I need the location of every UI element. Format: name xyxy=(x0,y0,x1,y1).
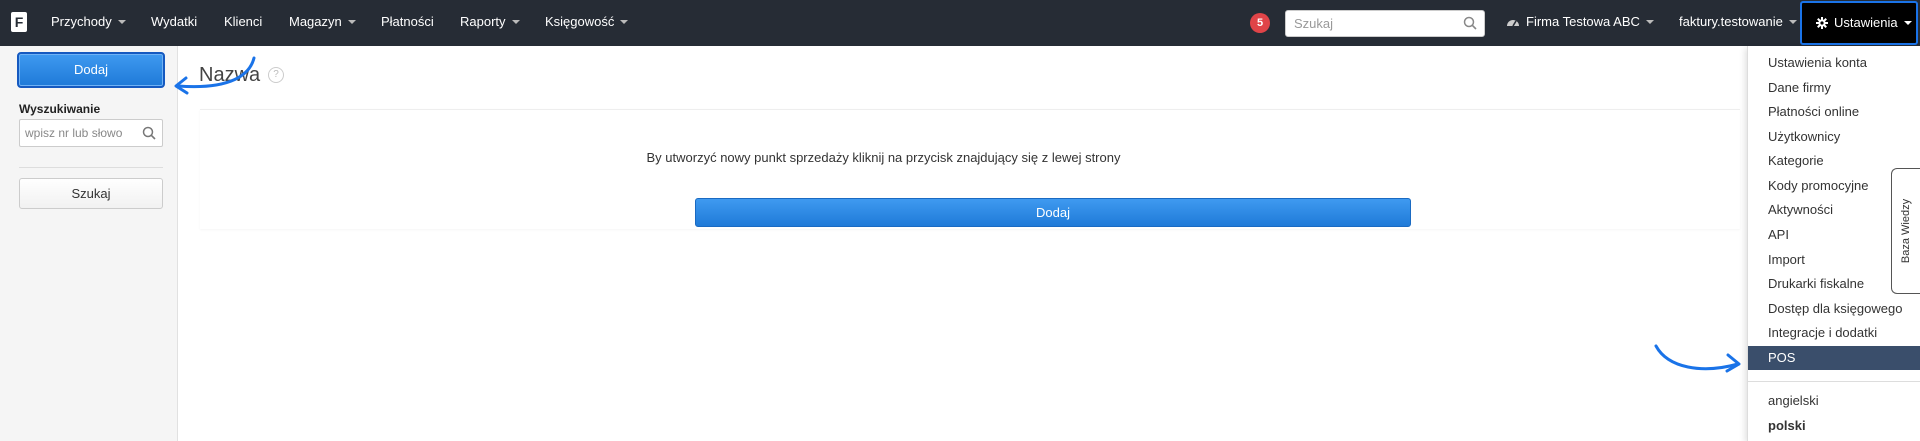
nav-wydatki[interactable]: Wydatki xyxy=(151,0,197,46)
sidebar-search-input[interactable] xyxy=(25,120,135,146)
annotation-arrow-icon xyxy=(1654,344,1741,373)
menu-item-platnosci-online[interactable]: Płatności online xyxy=(1748,100,1920,124)
language-english[interactable]: angielski xyxy=(1748,389,1920,413)
menu-item-integracje-i-dodatki[interactable]: Integracje i dodatki xyxy=(1748,321,1920,345)
top-navbar: F Przychody Wydatki Klienci Magazyn Płat… xyxy=(0,0,1920,46)
menu-item-ustawienia-konta[interactable]: Ustawienia konta xyxy=(1748,51,1920,75)
nav-label: Płatności xyxy=(381,14,434,29)
sidebar-search xyxy=(19,119,163,147)
gear-icon xyxy=(1816,16,1828,29)
chevron-down-icon xyxy=(117,19,126,24)
company-switcher[interactable]: Firma Testowa ABC xyxy=(1506,0,1654,46)
settings-label: Ustawienia xyxy=(1834,15,1898,30)
nav-label: Przychody xyxy=(51,14,112,29)
knowledge-base-tab[interactable]: Baza Wiedzy xyxy=(1891,168,1920,294)
nav-ksiegowosc[interactable]: Księgowość xyxy=(545,0,629,46)
nav-label: Wydatki xyxy=(151,14,198,29)
main-content: Nazwa ? By utworzyć nowy punkt sprzedaży… xyxy=(178,46,1748,441)
nav-klienci[interactable]: Klienci xyxy=(224,0,262,46)
sidebar-divider xyxy=(19,167,163,168)
language-polish[interactable]: polski xyxy=(1748,414,1920,438)
nav-label: Klienci xyxy=(224,14,263,29)
annotation-arrow-icon xyxy=(174,56,256,95)
add-button[interactable]: Dodaj xyxy=(17,52,165,88)
search-button[interactable]: Szukaj xyxy=(19,178,163,209)
company-name: Firma Testowa ABC xyxy=(1526,14,1640,29)
empty-state-message: By utworzyć nowy punkt sprzedaży kliknij… xyxy=(646,150,1121,165)
nav-platnosci[interactable]: Płatności xyxy=(381,0,434,46)
chevron-down-icon xyxy=(1903,20,1912,25)
chevron-down-icon xyxy=(1788,19,1797,24)
settings-button[interactable]: Ustawienia xyxy=(1800,1,1918,45)
account-name: faktury.testowanie xyxy=(1679,14,1783,29)
nav-przychody[interactable]: Przychody xyxy=(51,0,126,46)
chevron-down-icon xyxy=(620,19,629,24)
account-menu[interactable]: faktury.testowanie xyxy=(1679,0,1797,46)
global-search xyxy=(1285,10,1485,37)
global-search-input[interactable] xyxy=(1294,11,1454,36)
nav-magazyn[interactable]: Magazyn xyxy=(289,0,356,46)
search-label: Wyszukiwanie xyxy=(19,102,101,116)
empty-state-panel: By utworzyć nowy punkt sprzedaży kliknij… xyxy=(200,109,1740,229)
nav-label: Raporty xyxy=(460,14,506,29)
nav-label: Magazyn xyxy=(289,14,342,29)
help-icon[interactable]: ? xyxy=(268,67,284,83)
chevron-down-icon xyxy=(347,19,356,24)
notification-badge[interactable]: 5 xyxy=(1250,13,1270,33)
search-icon[interactable] xyxy=(142,126,156,140)
menu-item-dane-firmy[interactable]: Dane firmy xyxy=(1748,76,1920,100)
app-logo[interactable]: F xyxy=(11,12,27,32)
sidebar: Dodaj Wyszukiwanie Szukaj xyxy=(0,46,178,441)
dashboard-gauge-icon xyxy=(1507,19,1519,26)
chevron-down-icon xyxy=(511,19,520,24)
menu-divider xyxy=(1748,381,1920,382)
nav-label: Księgowość xyxy=(545,14,615,29)
nav-raporty[interactable]: Raporty xyxy=(460,0,520,46)
chevron-down-icon xyxy=(1645,19,1654,24)
menu-item-uzytkownicy[interactable]: Użytkownicy xyxy=(1748,125,1920,149)
knowledge-base-label: Baza Wiedzy xyxy=(1900,198,1912,264)
menu-item-pos[interactable]: POS xyxy=(1748,346,1920,370)
menu-item-dostep-dla-ksiegowego[interactable]: Dostęp dla księgowego xyxy=(1748,297,1920,321)
search-icon[interactable] xyxy=(1463,16,1477,30)
add-pos-button[interactable]: Dodaj xyxy=(695,198,1411,227)
